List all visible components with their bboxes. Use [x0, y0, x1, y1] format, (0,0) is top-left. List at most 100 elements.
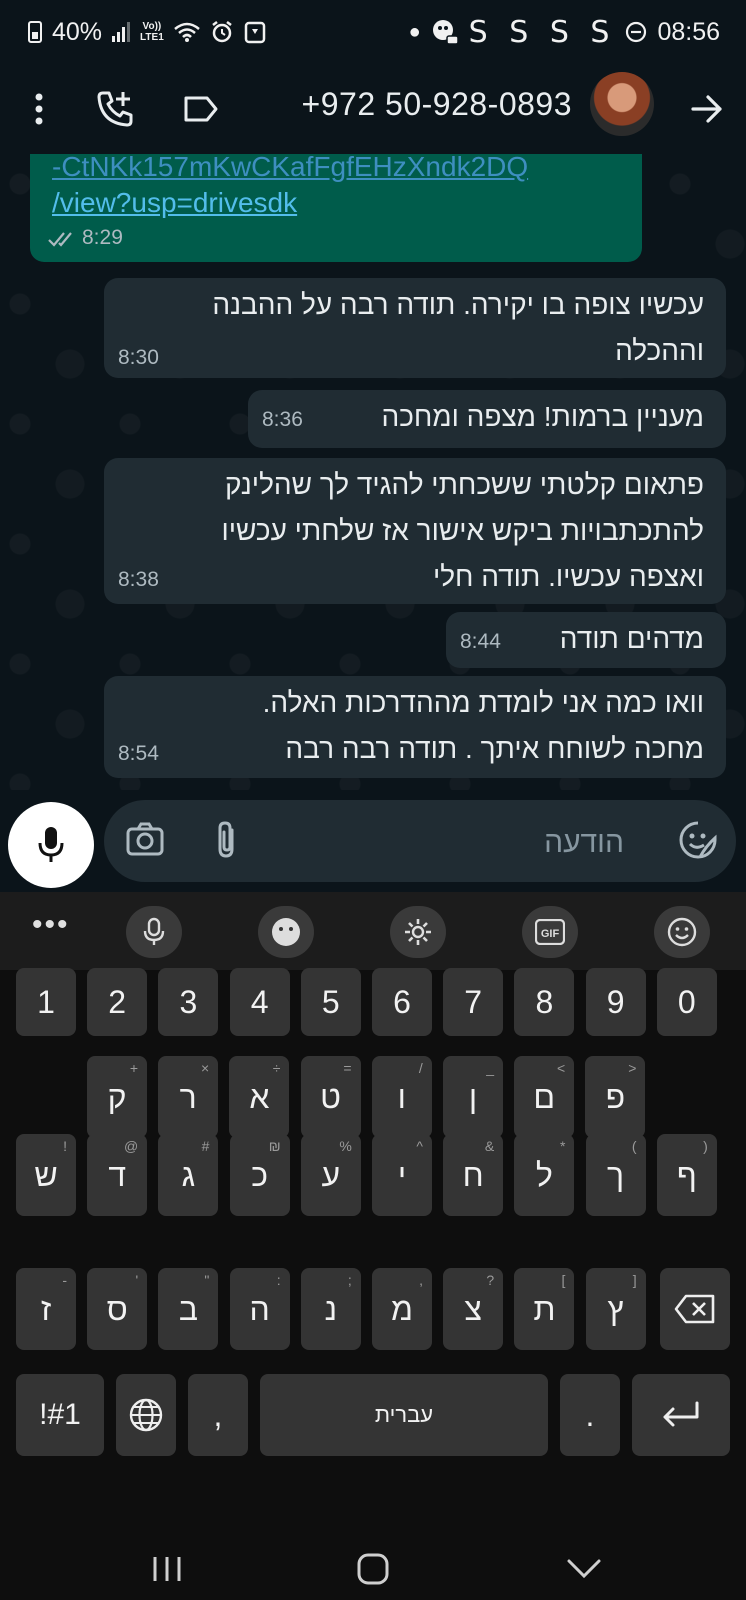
letter-key[interactable]: ר ×: [158, 1056, 219, 1138]
key-label: ה: [249, 1290, 270, 1327]
do-not-disturb-icon: [626, 21, 647, 43]
home-icon[interactable]: [356, 1552, 390, 1591]
more-options-icon[interactable]: [14, 84, 64, 134]
letter-key[interactable]: ט =: [300, 1056, 361, 1138]
key-hint: ;: [347, 1272, 352, 1288]
letter-key[interactable]: ע%: [300, 1134, 361, 1216]
letter-key[interactable]: ב ": [158, 1268, 219, 1350]
svg-text:GIF: GIF: [541, 928, 560, 940]
letter-key[interactable]: ל *: [514, 1134, 575, 1216]
number-key[interactable]: 7: [443, 968, 504, 1036]
letter-key[interactable]: ן _: [443, 1056, 503, 1138]
key-label: 0: [677, 983, 696, 1020]
message-text: פתאום קלטתי ששכחתי להגיד לך שהלינק להתכת…: [221, 469, 704, 592]
key-label: ט: [320, 1078, 342, 1115]
dot-icon: ●: [408, 20, 421, 43]
letter-key[interactable]: ץ]: [585, 1268, 646, 1350]
avatar[interactable]: [590, 72, 654, 136]
backspace-key[interactable]: [660, 1268, 730, 1350]
key-label: נ: [324, 1290, 338, 1327]
letter-key[interactable]: א ÷: [229, 1056, 290, 1138]
sticker-icon[interactable]: [678, 820, 718, 865]
letter-key[interactable]: ג #: [158, 1134, 219, 1216]
message-bubble-incoming[interactable]: פתאום קלטתי ששכחתי להגיד לך שהלינק להתכת…: [104, 458, 726, 604]
letter-key[interactable]: ז-: [16, 1268, 76, 1350]
label-icon[interactable]: [176, 84, 226, 134]
letter-key[interactable]: ס ': [87, 1268, 148, 1350]
enter-key[interactable]: [632, 1374, 730, 1456]
message-bubble-outgoing[interactable]: -CtNKk157mKwCKafFgfEHzXndk2DQ /view?usp=…: [30, 154, 642, 262]
number-key[interactable]: 9: [585, 968, 646, 1036]
letter-key[interactable]: ק +: [87, 1056, 147, 1138]
message-input[interactable]: [292, 820, 626, 866]
letter-key[interactable]: צ?: [443, 1268, 504, 1350]
emoji-icon[interactable]: [654, 906, 710, 958]
back-arrow-icon[interactable]: [682, 84, 732, 134]
letter-key[interactable]: מ,: [372, 1268, 432, 1350]
message-bubble-incoming[interactable]: מדהים תודה 8:44: [446, 612, 726, 668]
letter-key[interactable]: ש!: [16, 1134, 76, 1216]
letter-key[interactable]: ם <: [514, 1056, 575, 1138]
number-key[interactable]: 8: [514, 968, 575, 1036]
chat-header: +972 50-928-0893: [0, 66, 746, 154]
recycle-icon: [244, 21, 266, 44]
gif-icon[interactable]: GIF: [522, 906, 578, 958]
letter-key[interactable]: נ;: [300, 1268, 361, 1350]
recent-apps-icon[interactable]: [150, 1554, 184, 1589]
message-bubble-incoming[interactable]: וואו כמה אני לומדת מההדרכות האלה. מחכה ל…: [104, 676, 726, 778]
voice-input-icon[interactable]: [126, 906, 182, 958]
message-time: 8:30: [118, 346, 159, 369]
message-bubble-incoming[interactable]: מעניין ברמות! מצפה ומחכה 8:36: [248, 390, 726, 448]
message-link[interactable]: /view?usp=drivesdk: [52, 184, 297, 222]
microphone-icon: [38, 827, 64, 862]
letter-key[interactable]: ו /: [371, 1056, 432, 1138]
add-call-icon[interactable]: [90, 84, 140, 134]
number-key[interactable]: 1: [16, 968, 76, 1036]
backspace-icon: [674, 1294, 715, 1324]
number-key[interactable]: 2: [87, 968, 148, 1036]
letter-key[interactable]: ך(: [585, 1134, 646, 1216]
key-label: ד: [108, 1156, 127, 1193]
key-label: ם: [533, 1078, 556, 1115]
camera-icon[interactable]: [126, 822, 164, 861]
message-time: 8:36: [262, 408, 303, 431]
letter-key[interactable]: ד @: [87, 1134, 148, 1216]
s-notification-icons: S S S S: [468, 14, 616, 50]
letter-key[interactable]: כ ₪: [229, 1134, 290, 1216]
comma-key[interactable]: ,: [188, 1374, 248, 1456]
space-key[interactable]: עברית: [260, 1374, 548, 1456]
bitmoji-icon[interactable]: [258, 906, 314, 958]
settings-icon[interactable]: [390, 906, 446, 958]
number-key[interactable]: 6: [372, 968, 432, 1036]
letter-key[interactable]: ח &: [443, 1134, 504, 1216]
key-hint: ×: [201, 1060, 210, 1076]
language-key[interactable]: [116, 1374, 176, 1456]
contact-name[interactable]: +972 50-928-0893: [302, 86, 572, 123]
message-time: 8:44: [460, 630, 501, 653]
symbols-key[interactable]: !#1: [16, 1374, 104, 1456]
hide-keyboard-icon[interactable]: [566, 1558, 602, 1585]
number-key[interactable]: 0: [656, 968, 717, 1036]
key-hint: &: [484, 1138, 495, 1154]
letter-key[interactable]: ף): [656, 1134, 717, 1216]
more-tools-icon[interactable]: •••: [32, 908, 70, 942]
key-label: ס: [106, 1290, 128, 1327]
keyboard-toolbar: ••• GIF: [0, 892, 746, 970]
key-label: פ: [605, 1078, 626, 1115]
chat-messages[interactable]: -CtNKk157mKwCKafFgfEHzXndk2DQ /view?usp=…: [0, 154, 746, 790]
number-key[interactable]: 5: [300, 968, 361, 1036]
letter-key[interactable]: י ^: [372, 1134, 432, 1216]
key-label: 6: [393, 983, 411, 1020]
letter-key[interactable]: ת[: [514, 1268, 575, 1350]
letter-key[interactable]: ה:: [229, 1268, 290, 1350]
period-key[interactable]: .: [560, 1374, 620, 1456]
network-label: Vo)) LTE1: [140, 21, 164, 43]
number-key[interactable]: 4: [229, 968, 290, 1036]
attach-icon[interactable]: [212, 820, 242, 865]
message-link-partial[interactable]: -CtNKk157mKwCKafFgfEHzXndk2DQ: [52, 154, 528, 186]
key-label: ב: [178, 1290, 198, 1327]
message-bubble-incoming[interactable]: עכשיו צופה בו יקירה. תודה רבה על ההבנה ו…: [104, 278, 726, 378]
voice-record-button[interactable]: [8, 802, 94, 888]
letter-key[interactable]: פ >: [585, 1056, 646, 1138]
number-key[interactable]: 3: [158, 968, 219, 1036]
